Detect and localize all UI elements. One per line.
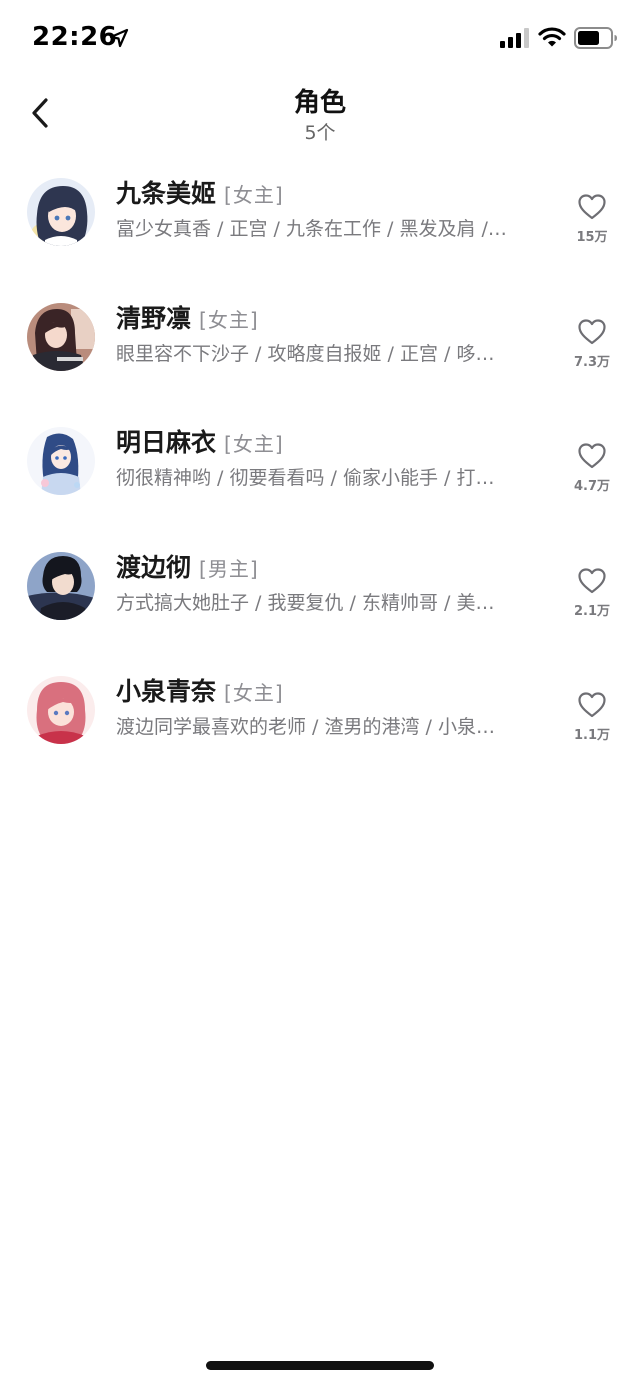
heart-icon [578, 318, 606, 344]
status-bar: 22:26 [0, 0, 640, 80]
avatar [27, 178, 95, 246]
character-name: 小泉青奈 [女主] [116, 677, 284, 706]
character-tags: 渡边同学最喜欢的老师 / 渣男的港湾 / 小泉… [116, 716, 495, 738]
character-tags: 彻很精神哟 / 彻要看看吗 / 偷家小能手 / 打… [116, 467, 495, 489]
character-name: 清野凛 [女主] [116, 303, 259, 333]
character-list: 九条美姬 [女主] 富少女真香 / 正宫 / 九条在工作 / 黑发及肩 /… 15… [0, 150, 640, 773]
list-item[interactable]: 明日麻衣 [女主] 彻很精神哟 / 彻要看看吗 / 偷家小能手 / 打… 4.7万 [0, 399, 640, 524]
list-item[interactable]: 渡边彻 [男主] 方式搞大她肚子 / 我要复仇 / 东精帅哥 / 美… 2.1万 [0, 524, 640, 649]
list-item[interactable]: 清野凛 [女主] 眼里容不下沙子 / 攻略度自报姬 / 正宫 / 哆… 7.3万 [0, 275, 640, 400]
like-button[interactable]: 7.3万 [566, 318, 618, 375]
page-title: 角色 [293, 88, 346, 118]
home-indicator[interactable] [206, 1361, 434, 1370]
character-role: [男主] [199, 556, 259, 581]
like-button[interactable]: 2.1万 [566, 567, 618, 624]
like-button[interactable]: 4.7万 [566, 443, 618, 499]
avatar [27, 427, 95, 495]
cellular-signal-icon [500, 28, 529, 48]
avatar [27, 302, 95, 371]
avatar [27, 551, 95, 620]
list-item[interactable]: 小泉青奈 [女主] 渡边同学最喜欢的老师 / 渣男的港湾 / 小泉… 1.1万 [0, 648, 640, 773]
character-role: [女主] [224, 432, 284, 456]
character-count: 5个 [304, 122, 336, 144]
heart-icon [578, 567, 606, 593]
character-role: [女主] [199, 307, 259, 332]
battery-icon [574, 27, 617, 49]
character-tags: 富少女真香 / 正宫 / 九条在工作 / 黑发及肩 /… [116, 218, 507, 240]
character-role: [女主] [224, 183, 284, 207]
character-tags: 眼里容不下沙子 / 攻略度自报姬 / 正宫 / 哆… [116, 342, 495, 365]
heart-icon [578, 443, 606, 469]
character-name: 明日麻衣 [女主] [116, 428, 284, 457]
location-arrow-icon [109, 28, 129, 48]
like-count: 15万 [576, 230, 608, 245]
avatar [27, 676, 95, 744]
character-tags: 方式搞大她肚子 / 我要复仇 / 东精帅哥 / 美… [116, 591, 495, 614]
list-item[interactable]: 九条美姬 [女主] 富少女真香 / 正宫 / 九条在工作 / 黑发及肩 /… 15… [0, 150, 640, 275]
like-button[interactable]: 1.1万 [566, 692, 618, 748]
character-role: [女主] [224, 681, 284, 705]
status-time: 22:26 [32, 22, 118, 52]
like-count: 4.7万 [573, 479, 611, 494]
like-count: 7.3万 [573, 354, 611, 370]
character-name: 九条美姬 [女主] [116, 179, 284, 208]
nav-bar: 角色 5个 [0, 80, 640, 150]
like-button[interactable]: 15万 [566, 194, 618, 250]
heart-icon [578, 692, 606, 718]
character-name: 渡边彻 [男主] [116, 552, 259, 582]
like-count: 1.1万 [573, 728, 611, 743]
like-count: 2.1万 [573, 603, 611, 619]
wifi-icon [538, 27, 566, 47]
heart-icon [578, 194, 606, 220]
